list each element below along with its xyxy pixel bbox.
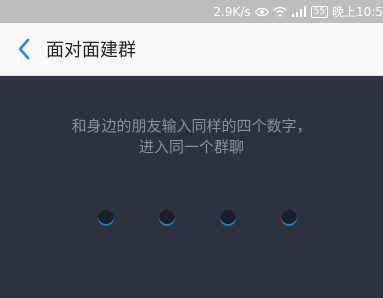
network-speed: 2.9K/s <box>213 4 251 19</box>
chevron-left-icon <box>18 38 30 60</box>
nav-bar: 面对面建群 <box>0 23 383 76</box>
digit-slot-1[interactable] <box>98 210 114 226</box>
wifi-icon <box>273 6 287 17</box>
instruction-text: 和身边的朋友输入同样的四个数字， 进入同一个群聊 <box>0 116 383 158</box>
signal-icon <box>291 6 307 17</box>
clock: 晚上10:5 <box>332 5 383 19</box>
instruction-line-2: 进入同一个群聊 <box>138 138 244 156</box>
code-entry-area[interactable]: 和身边的朋友输入同样的四个数字， 进入同一个群聊 <box>0 76 383 298</box>
digit-slot-3[interactable] <box>220 210 236 226</box>
page-title: 面对面建群 <box>46 40 136 61</box>
digit-slot-4[interactable] <box>281 210 297 226</box>
eye-icon <box>254 7 269 17</box>
instruction-line-1: 和身边的朋友输入同样的四个数字， <box>71 117 312 135</box>
digit-slot-2[interactable] <box>159 210 175 226</box>
status-bar: 2.9K/s 55 晚上10:5 <box>0 0 383 23</box>
back-button[interactable] <box>4 23 44 76</box>
battery-icon: 55 <box>310 5 329 18</box>
